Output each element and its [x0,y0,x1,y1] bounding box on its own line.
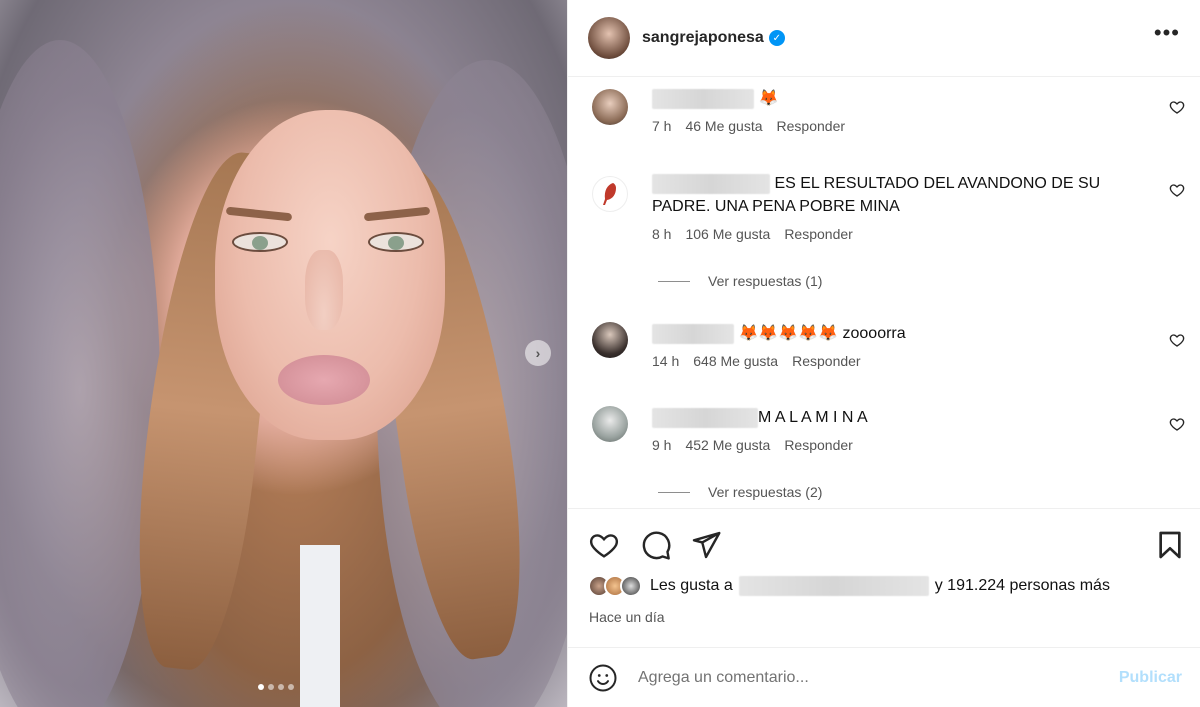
comment-like-heart-icon[interactable] [1169,182,1185,198]
reply-button[interactable]: Responder [784,437,853,453]
commenter-avatar[interactable] [592,406,628,442]
comment-like-heart-icon[interactable] [1169,416,1185,432]
carousel-next-button[interactable]: › [525,340,551,366]
comment-input[interactable]: Agrega un comentario... [638,669,1119,687]
view-replies-label[interactable]: Ver respuestas (1) [708,273,822,289]
comment-likes[interactable]: 452 Me gusta [685,437,770,453]
post-side-panel: sangrejaponesa ✓ ••• 🦊 7 h 46 Me gusta R… [567,0,1200,707]
carousel-dot [258,684,264,690]
commenter-avatar[interactable] [592,89,628,125]
author-avatar[interactable] [588,17,630,59]
view-replies-button[interactable]: Ver respuestas (2) [658,484,822,500]
hidden-username [652,88,754,109]
view-replies-button[interactable]: Ver respuestas (1) [658,273,822,289]
carousel-dot [288,684,294,690]
verified-badge-icon: ✓ [768,30,785,46]
carousel-dot [268,684,274,690]
add-comment-bar: Agrega un comentario... Publicar [568,647,1200,707]
hidden-username [652,407,758,428]
carousel-dots [258,684,294,690]
send-share-icon[interactable] [690,529,722,561]
comment-time[interactable]: 9 h [652,437,671,453]
save-bookmark-icon[interactable] [1154,529,1186,561]
post-header: sangrejaponesa ✓ ••• [568,0,1200,77]
post-time-ago[interactable]: Hace un día [589,609,665,625]
more-options-icon[interactable]: ••• [1154,22,1180,48]
shirt [300,545,340,707]
comment-time[interactable]: 14 h [652,353,679,369]
comment-likes[interactable]: 648 Me gusta [693,353,778,369]
likes-summary: Les gusta a y 191.224 personas más [588,575,1180,597]
comment-text: M A L A M I N A [758,409,868,426]
comment-text: 🦊 [758,90,779,107]
reply-button[interactable]: Responder [792,353,861,369]
comment-body: 🦊🦊🦊🦊🦊 zoooorra 14 h 648 Me gusta Respond… [652,322,1140,369]
comment-like-heart-icon[interactable] [1169,99,1185,115]
comment-likes[interactable]: 46 Me gusta [685,118,762,134]
comment-icon[interactable] [640,529,672,561]
likes-count-text[interactable]: y 191.224 personas más [935,577,1110,595]
replies-divider-line [658,280,690,282]
fur-hood-left [0,40,160,707]
comment-time[interactable]: 7 h [652,118,671,134]
comment-like-heart-icon[interactable] [1169,332,1185,348]
comment-body: M A L A M I N A 9 h 452 Me gusta Respond… [652,406,1140,453]
feather-icon [603,183,616,205]
liker-avatar[interactable] [620,575,642,597]
comment-body: ES EL RESULTADO DEL AVANDONO DE SU PADRE… [652,172,1140,242]
nose [305,250,343,330]
commenter-avatar[interactable] [592,176,628,212]
hidden-username [652,173,770,194]
smiley-emoji-icon[interactable] [588,663,618,693]
commenter-avatar[interactable] [592,322,628,358]
lips [278,355,370,405]
post-actions-bar [568,508,1200,580]
view-replies-label[interactable]: Ver respuestas (2) [708,484,822,500]
replies-divider-line [658,491,690,493]
like-heart-icon[interactable] [588,529,620,561]
hidden-liker-username[interactable] [738,576,929,596]
publish-button[interactable]: Publicar [1119,669,1182,687]
comment-time[interactable]: 8 h [652,226,671,242]
post-photo[interactable]: › [0,0,567,707]
eye-left [232,232,288,252]
author-username[interactable]: sangrejaponesa [642,29,764,47]
comment-body: 🦊 7 h 46 Me gusta Responder [652,87,1140,134]
comment-text: 🦊🦊🦊🦊🦊 zoooorra [738,325,906,342]
hidden-username [652,323,734,344]
reply-button[interactable]: Responder [784,226,853,242]
comment-likes[interactable]: 106 Me gusta [685,226,770,242]
comments-list: 🦊 7 h 46 Me gusta Responder ES EL RESULT… [568,77,1200,508]
reply-button[interactable]: Responder [777,118,846,134]
eye-right [368,232,424,252]
carousel-dot [278,684,284,690]
likes-prefix: Les gusta a [650,577,733,594]
